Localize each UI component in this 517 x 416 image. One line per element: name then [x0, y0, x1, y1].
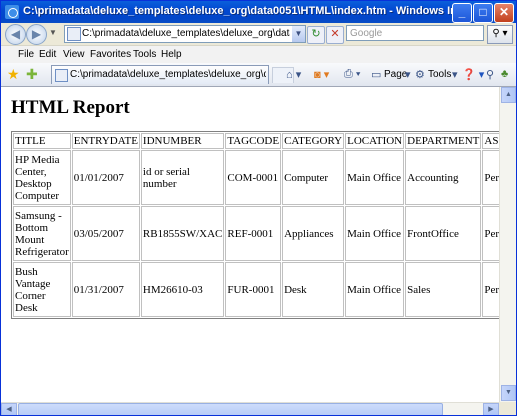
- cell-title: Bush Vantage Corner Desk: [13, 262, 71, 317]
- menu-help[interactable]: Help: [161, 49, 182, 60]
- cell-category: Computer: [282, 150, 345, 205]
- menu-file[interactable]: File: [18, 49, 34, 60]
- forward-button[interactable]: ▶: [26, 24, 47, 45]
- scroll-up-icon[interactable]: ▲: [501, 87, 516, 103]
- home-icon[interactable]: ⌂ ▾: [286, 68, 301, 81]
- scroll-left-icon[interactable]: ◀: [1, 403, 17, 415]
- cell-department: FrontOffice: [405, 206, 482, 261]
- page-dropdown-icon[interactable]: ▾: [405, 68, 411, 81]
- menu-bar: File Edit View Favorites Tools Help: [1, 45, 516, 64]
- search-input[interactable]: Google: [346, 25, 484, 41]
- refresh-icon: ↻: [311, 28, 321, 40]
- table-row: Samsung - Bottom Mount Refrigerator 03/0…: [13, 206, 499, 261]
- header-entrydate: ENTRYDATE: [71, 133, 140, 149]
- header-tagcode: TAGCODE: [225, 133, 282, 149]
- page-icon: [67, 27, 81, 41]
- cell-location: Main Office: [345, 262, 405, 317]
- feeds-icon[interactable]: ◙ ▾: [314, 68, 329, 81]
- horizontal-scroll-thumb[interactable]: [18, 403, 443, 415]
- command-bar: ★ ✚ C:\primadata\deluxe_templates\deluxe…: [1, 63, 516, 87]
- cell-department: Accounting: [405, 150, 482, 205]
- back-arrow-icon: ◀: [10, 27, 21, 41]
- page-menu-button[interactable]: Page: [384, 69, 407, 80]
- header-row: TITLE ENTRYDATE IDNUMBER TAGCODE CATEGOR…: [13, 133, 499, 149]
- back-button[interactable]: ◀: [5, 24, 26, 45]
- menu-tools[interactable]: Tools: [133, 49, 156, 60]
- address-dropdown-icon[interactable]: ▼: [292, 26, 305, 42]
- cell-assigned: Perso: [482, 206, 499, 261]
- menu-view[interactable]: View: [63, 49, 85, 60]
- menu-edit[interactable]: Edit: [39, 49, 56, 60]
- title-bar[interactable]: C:\primadata\deluxe_templates\deluxe_org…: [1, 1, 516, 23]
- cell-tagcode: REF-0001: [225, 206, 282, 261]
- refresh-button[interactable]: ↻: [307, 26, 325, 44]
- stop-icon: ✕: [330, 28, 340, 40]
- add-favorites-icon[interactable]: ✚: [26, 66, 38, 83]
- tools-menu-button[interactable]: Tools: [428, 69, 451, 80]
- tools-gear-icon: ⚙: [415, 69, 425, 81]
- cell-entrydate: 03/05/2007: [71, 206, 140, 261]
- cell-tagcode: FUR-0001: [225, 262, 282, 317]
- messenger-icon[interactable]: ♣: [501, 68, 508, 80]
- maximize-button[interactable]: □: [473, 3, 493, 23]
- report-table: TITLE ENTRYDATE IDNUMBER TAGCODE CATEGOR…: [11, 131, 499, 319]
- favorites-star-icon[interactable]: ★: [7, 66, 20, 83]
- print-icon[interactable]: ⎙ ▾: [344, 68, 360, 81]
- address-toolbar: ◀ ▶ ▼ C:\primadata\deluxe_templates\delu…: [1, 23, 516, 45]
- cell-department: Sales: [405, 262, 482, 317]
- cell-title: HP Media Center, Desktop Computer: [13, 150, 71, 205]
- cell-location: Main Office: [345, 206, 405, 261]
- header-title: TITLE: [13, 133, 71, 149]
- history-dropdown-icon[interactable]: ▼: [49, 28, 57, 37]
- forward-arrow-icon: ▶: [31, 27, 42, 41]
- research-icon[interactable]: ⚲: [486, 68, 494, 81]
- cell-location: Main Office: [345, 150, 405, 205]
- header-idnumber: IDNUMBER: [140, 133, 225, 149]
- vertical-scrollbar[interactable]: ▲ ▼: [499, 87, 516, 402]
- ie-logo-icon: [5, 5, 19, 19]
- cell-idnumber: HM26610-03: [140, 262, 225, 317]
- header-assigned: ASSI: [482, 133, 499, 149]
- cell-entrydate: 01/01/2007: [71, 150, 140, 205]
- cell-entrydate: 01/31/2007: [71, 262, 140, 317]
- address-field[interactable]: C:\primadata\deluxe_templates\deluxe_org…: [64, 25, 306, 43]
- cell-category: Appliances: [282, 206, 345, 261]
- cell-tagcode: COM-0001: [225, 150, 282, 205]
- tab-current[interactable]: C:\primadata\deluxe_templates\deluxe_org…: [51, 65, 269, 84]
- scroll-right-icon[interactable]: ▶: [483, 403, 499, 415]
- menu-favorites[interactable]: Favorites: [90, 49, 131, 60]
- table-row: Bush Vantage Corner Desk 01/31/2007 HM26…: [13, 262, 499, 317]
- page-content: HTML Report TITLE ENTRYDATE IDNUMBER TAG…: [1, 87, 499, 402]
- scroll-down-icon[interactable]: ▼: [501, 385, 516, 401]
- page-menu-icon: ▭: [371, 69, 382, 81]
- report-title: HTML Report: [11, 97, 130, 118]
- address-url[interactable]: C:\primadata\deluxe_templates\deluxe_org…: [82, 28, 290, 39]
- stop-button[interactable]: ✕: [326, 26, 344, 44]
- header-location: LOCATION: [345, 133, 405, 149]
- browser-window: C:\primadata\deluxe_templates\deluxe_org…: [0, 0, 517, 416]
- search-button[interactable]: ⚲ ▾: [487, 25, 513, 44]
- tab-label: C:\primadata\deluxe_templates\deluxe_org…: [70, 69, 266, 80]
- cell-assigned: Perso: [482, 150, 499, 205]
- minimize-button[interactable]: _: [452, 3, 472, 23]
- cell-assigned: Perso: [482, 262, 499, 317]
- close-button[interactable]: ✕: [494, 3, 514, 23]
- table-row: HP Media Center, Desktop Computer 01/01/…: [13, 150, 499, 205]
- tools-dropdown-icon[interactable]: ▾: [452, 68, 458, 81]
- cell-idnumber: RB1855SW/XAC: [140, 206, 225, 261]
- horizontal-scrollbar[interactable]: ◀ ▶: [1, 402, 499, 415]
- search-icon: ⚲: [492, 28, 500, 39]
- window-title: C:\primadata\deluxe_templates\deluxe_org…: [23, 5, 453, 17]
- header-category: CATEGORY: [282, 133, 345, 149]
- help-icon[interactable]: ❓ ▾: [462, 68, 484, 81]
- cell-title: Samsung - Bottom Mount Refrigerator: [13, 206, 71, 261]
- scrollbar-corner: [499, 402, 516, 415]
- tab-page-icon: [55, 69, 68, 82]
- cell-idnumber: id or serial number: [140, 150, 225, 205]
- cell-category: Desk: [282, 262, 345, 317]
- header-department: DEPARTMENT: [405, 133, 482, 149]
